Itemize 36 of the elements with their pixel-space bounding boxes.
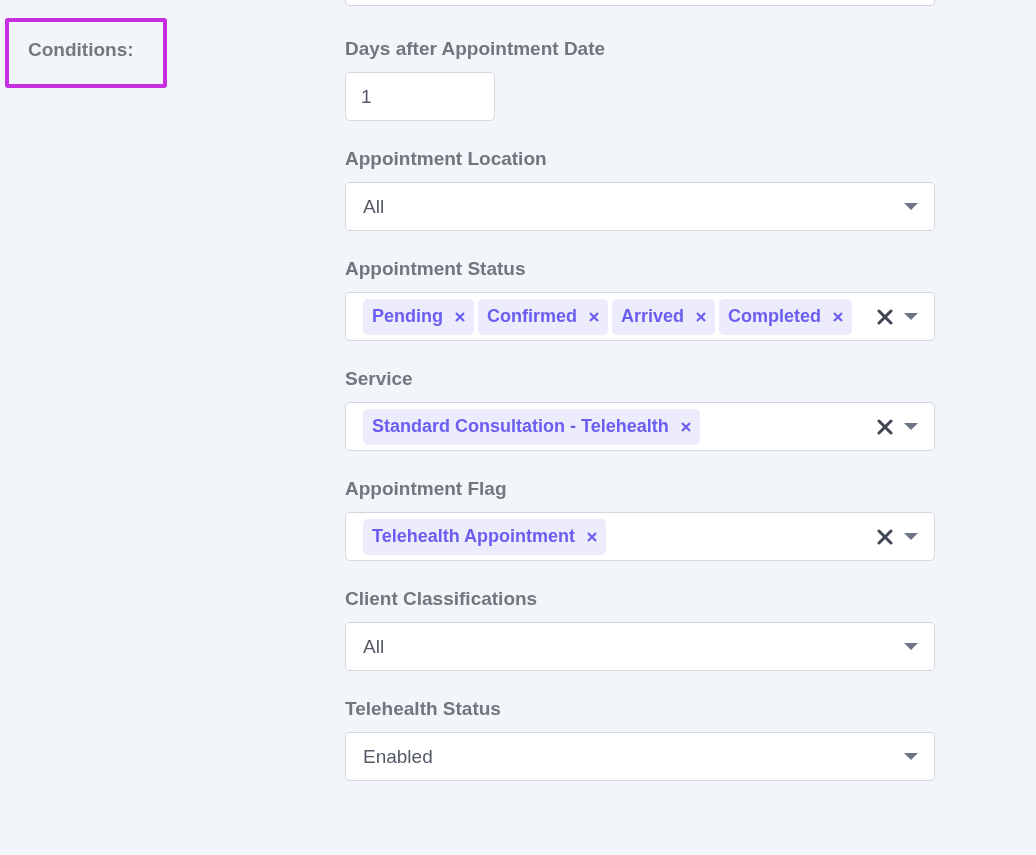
remove-icon[interactable] <box>696 311 707 322</box>
field-label: Appointment Flag <box>345 477 507 501</box>
remove-icon[interactable] <box>833 311 844 322</box>
tag-label: Arrived <box>621 306 685 327</box>
section-label: Conditions: <box>5 18 167 88</box>
clear-icon[interactable] <box>877 528 893 545</box>
remove-icon[interactable] <box>587 531 597 542</box>
field-label: Telehealth Status <box>345 697 501 721</box>
dropdown[interactable]: All <box>345 182 935 231</box>
dropdown[interactable]: All <box>345 622 935 671</box>
caret-icon[interactable] <box>904 642 918 651</box>
tag-label: Telehealth Appointment <box>372 526 575 547</box>
clear-icon[interactable] <box>877 308 893 325</box>
caret-icon[interactable] <box>904 532 918 541</box>
remove-icon[interactable] <box>455 311 465 322</box>
field-label: Days after Appointment Date <box>345 37 606 61</box>
field-label: Appointment Status <box>345 257 526 281</box>
multi-select[interactable]: Pending Confirmed Arrived Completed <box>345 292 935 341</box>
clear-icon[interactable] <box>877 418 893 435</box>
caret-icon[interactable] <box>904 202 918 211</box>
input-field[interactable]: 1 <box>345 72 495 121</box>
remove-icon[interactable] <box>589 311 599 322</box>
caret-icon[interactable] <box>904 752 918 761</box>
multi-select[interactable]: Standard Consultation - Telehealth <box>345 402 935 451</box>
field-label: Client Classifications <box>345 587 538 611</box>
multi-select[interactable]: Telehealth Appointment <box>345 512 935 561</box>
caret-icon[interactable] <box>904 422 918 431</box>
tag-label: Standard Consultation - Telehealth <box>372 416 669 437</box>
remove-icon[interactable] <box>680 421 691 432</box>
tag-label: Completed <box>728 306 822 327</box>
field-label: Appointment Location <box>345 147 547 171</box>
dropdown[interactable]: Enabled <box>345 732 935 781</box>
tag-label: Pending <box>372 306 443 327</box>
field-label: Service <box>345 367 413 391</box>
tag-label: Confirmed <box>487 306 577 327</box>
caret-icon[interactable] <box>904 312 918 321</box>
